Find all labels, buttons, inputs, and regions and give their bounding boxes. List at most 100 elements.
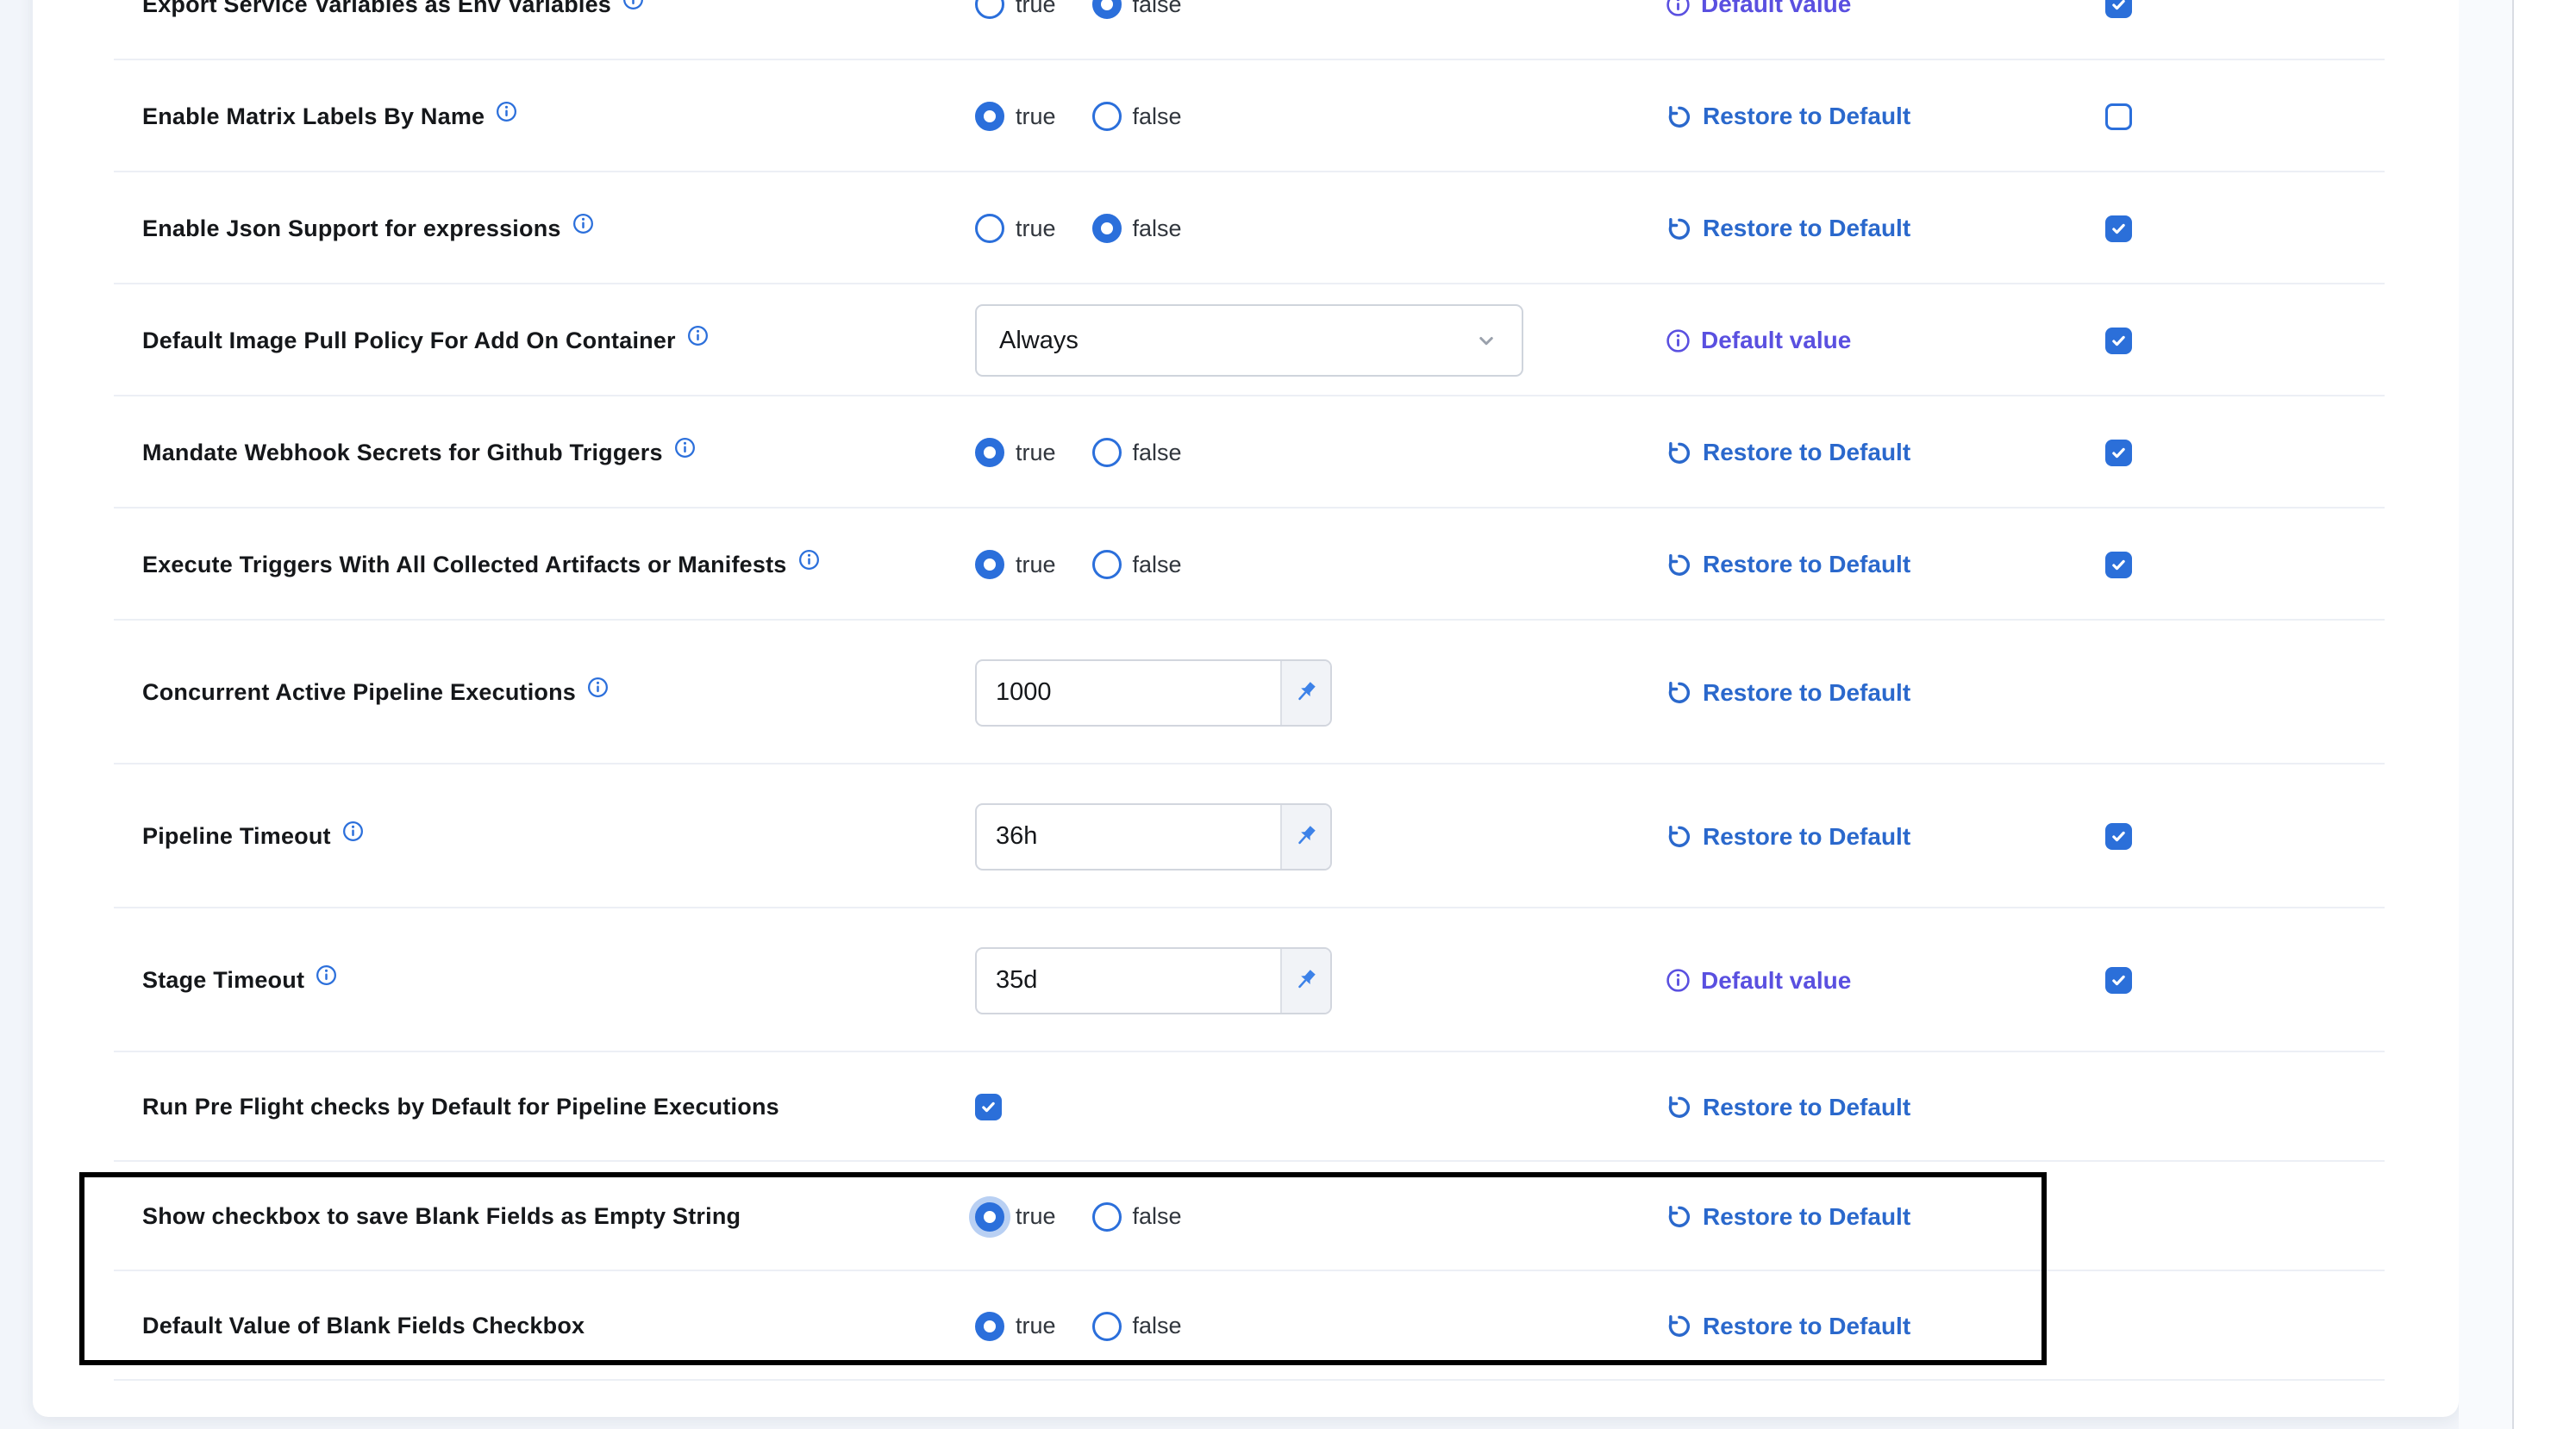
default-value-link[interactable]: Default value <box>1665 967 1851 995</box>
radio-false-circle[interactable] <box>1092 1312 1122 1341</box>
restore-to-default-link[interactable]: Restore to Default <box>1665 1202 1910 1231</box>
radio-option-true[interactable]: true <box>975 0 1056 19</box>
setting-check-cell <box>2105 0 2459 60</box>
setting-label-cell: Export Service Variables as Env Variable… <box>142 0 975 60</box>
info-icon <box>1665 0 1691 18</box>
pipeline-timeout-input-field[interactable] <box>977 805 1280 869</box>
concurrent-executions-input-field[interactable] <box>977 661 1280 725</box>
action-label: Default value <box>1701 967 1851 995</box>
default-value-link[interactable]: Default value <box>1665 327 1851 354</box>
setting-action-cell: Restore to Default <box>1665 396 2105 509</box>
radio-true-circle[interactable] <box>975 1312 1004 1341</box>
default-column-checkbox[interactable] <box>2105 328 2132 354</box>
image-pull-policy-dropdown[interactable]: Always <box>975 304 1523 377</box>
restore-icon <box>1665 1202 1693 1231</box>
setting-action-cell: Restore to Default <box>1665 509 2105 621</box>
setting-label: Pipeline Timeout <box>142 823 331 850</box>
info-icon[interactable] <box>586 676 610 699</box>
setting-label-cell: Default Value of Blank Fields Checkbox <box>142 1271 975 1381</box>
setting-label-cell: Pipeline Timeout <box>142 764 975 908</box>
default-value-link[interactable]: Default value <box>1665 0 1851 18</box>
default-column-checkbox[interactable] <box>2105 967 2132 994</box>
restore-icon <box>1665 678 1693 707</box>
radio-true-circle[interactable] <box>975 550 1004 579</box>
default-column-checkbox[interactable] <box>2105 0 2132 18</box>
info-icon[interactable] <box>572 212 595 235</box>
restore-to-default-link[interactable]: Restore to Default <box>1665 678 1910 707</box>
restore-to-default-link[interactable]: Restore to Default <box>1665 551 1910 579</box>
radio-false-label: false <box>1133 1203 1182 1230</box>
radio-false-circle[interactable] <box>1092 0 1122 19</box>
radio-false-circle[interactable] <box>1092 1202 1122 1232</box>
radio-true-circle[interactable] <box>975 214 1004 243</box>
setting-action-cell: Restore to Default <box>1665 621 2105 764</box>
settings-row: Enable Matrix Labels By Name true false R… <box>33 60 2459 172</box>
settings-row: Concurrent Active Pipeline Executions Re… <box>33 621 2459 764</box>
restore-to-default-link[interactable]: Restore to Default <box>1665 1093 1910 1121</box>
radio-true-circle[interactable] <box>975 1202 1004 1232</box>
default-column-checkbox[interactable] <box>2105 440 2132 466</box>
info-icon[interactable] <box>315 964 338 987</box>
setting-check-cell <box>2105 1271 2459 1381</box>
info-icon[interactable] <box>797 548 821 571</box>
restore-to-default-link[interactable]: Restore to Default <box>1665 103 1910 131</box>
radio-option-false[interactable]: false <box>1092 1202 1182 1232</box>
settings-row: Default Image Pull Policy For Add On Con… <box>33 284 2459 396</box>
radio-option-false[interactable]: false <box>1092 1312 1182 1341</box>
restore-to-default-link[interactable]: Restore to Default <box>1665 822 1910 851</box>
setting-action-cell: Restore to Default <box>1665 60 2105 172</box>
setting-label: Mandate Webhook Secrets for Github Trigg… <box>142 440 663 466</box>
setting-check-cell <box>2105 764 2459 908</box>
pin-button[interactable] <box>1280 805 1330 869</box>
setting-action-cell: Restore to Default <box>1665 172 2105 284</box>
setting-action-cell: Restore to Default <box>1665 764 2105 908</box>
radio-true-circle[interactable] <box>975 102 1004 131</box>
radio-option-true[interactable]: true <box>975 1312 1056 1341</box>
radio-option-false[interactable]: false <box>1092 214 1182 243</box>
preflight-checkbox[interactable] <box>975 1094 1002 1120</box>
radio-option-false[interactable]: false <box>1092 0 1182 19</box>
setting-label-cell: Show checkbox to save Blank Fields as Em… <box>142 1162 975 1271</box>
pin-button[interactable] <box>1280 949 1330 1013</box>
default-column-checkbox[interactable] <box>2105 103 2132 130</box>
info-icon[interactable] <box>495 100 518 123</box>
radio-false-circle[interactable] <box>1092 214 1122 243</box>
restore-to-default-link[interactable]: Restore to Default <box>1665 1312 1910 1340</box>
stage-timeout-input-field[interactable] <box>977 949 1280 1013</box>
default-column-checkbox[interactable] <box>2105 215 2132 242</box>
radio-option-false[interactable]: false <box>1092 550 1182 579</box>
radio-option-true[interactable]: true <box>975 438 1056 467</box>
pin-button[interactable] <box>1280 661 1330 725</box>
setting-label: Show checkbox to save Blank Fields as Em… <box>142 1203 741 1230</box>
setting-label: Execute Triggers With All Collected Arti… <box>142 552 787 578</box>
setting-label-cell: Mandate Webhook Secrets for Github Trigg… <box>142 396 975 509</box>
radio-true-circle[interactable] <box>975 438 1004 467</box>
radio-option-false[interactable]: false <box>1092 102 1182 131</box>
info-icon[interactable] <box>686 324 710 347</box>
default-column-checkbox[interactable] <box>2105 823 2132 850</box>
setting-check-cell <box>2105 621 2459 764</box>
radio-option-true[interactable]: true <box>975 214 1056 243</box>
radio-true-circle[interactable] <box>975 0 1004 19</box>
restore-icon <box>1665 822 1693 851</box>
setting-control-cell: true false <box>975 172 1665 284</box>
radio-option-true[interactable]: true <box>975 550 1056 579</box>
radio-false-circle[interactable] <box>1092 550 1122 579</box>
setting-label-cell: Enable Matrix Labels By Name <box>142 60 975 172</box>
setting-label-cell: Concurrent Active Pipeline Executions <box>142 621 975 764</box>
info-icon[interactable] <box>341 820 365 843</box>
radio-option-true[interactable]: true <box>975 1202 1056 1232</box>
radio-false-circle[interactable] <box>1092 102 1122 131</box>
setting-label-cell: Stage Timeout <box>142 908 975 1052</box>
restore-to-default-link[interactable]: Restore to Default <box>1665 439 1910 467</box>
setting-action-cell: Restore to Default <box>1665 1162 2105 1271</box>
radio-option-false[interactable]: false <box>1092 438 1182 467</box>
info-icon[interactable] <box>622 0 645 11</box>
radio-option-true[interactable]: true <box>975 102 1056 131</box>
radio-false-circle[interactable] <box>1092 438 1122 467</box>
default-column-checkbox[interactable] <box>2105 552 2132 578</box>
restore-to-default-link[interactable]: Restore to Default <box>1665 215 1910 243</box>
action-label: Restore to Default <box>1703 551 1910 578</box>
setting-label: Enable Matrix Labels By Name <box>142 103 485 130</box>
info-icon[interactable] <box>673 436 697 459</box>
